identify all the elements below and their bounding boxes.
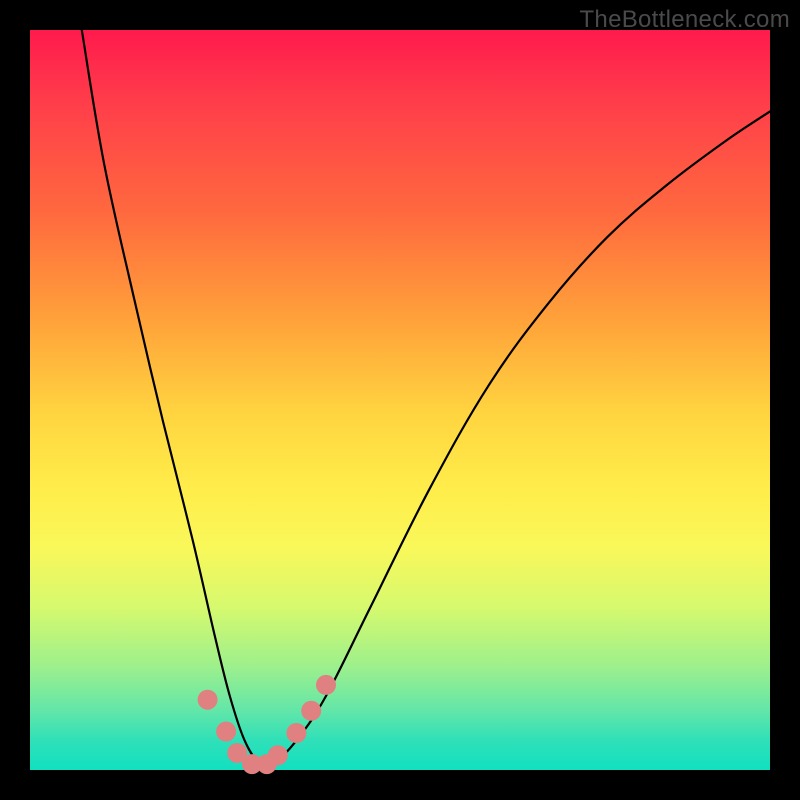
watermark-text: TheBottleneck.com xyxy=(579,6,790,34)
highlight-dot xyxy=(301,701,321,721)
highlight-dot xyxy=(198,690,218,710)
highlight-dot xyxy=(316,675,336,695)
highlight-dot xyxy=(268,745,288,765)
bottleneck-curve xyxy=(82,30,770,766)
highlight-dots-group xyxy=(198,675,336,774)
highlight-dot xyxy=(216,722,236,742)
chart-frame: TheBottleneck.com xyxy=(0,0,800,800)
plot-area xyxy=(30,30,770,770)
highlight-dot xyxy=(286,723,306,743)
curve-layer xyxy=(30,30,770,770)
